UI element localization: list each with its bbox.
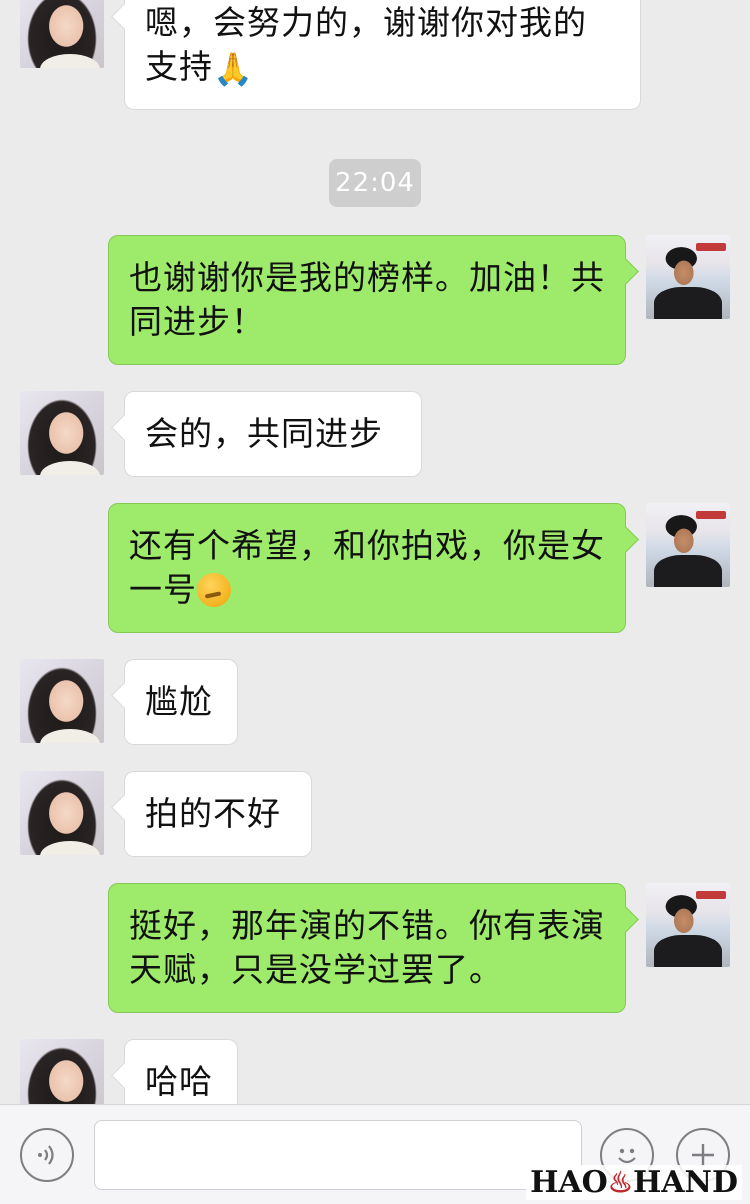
contact-avatar[interactable] xyxy=(20,0,104,68)
message-bubble-sent[interactable]: 也谢谢你是我的榜样。加油！共同进步！ xyxy=(108,235,626,365)
chat-area[interactable]: 嗯，会努力的，谢谢你对我的支持🙏 22:04 也谢谢你是我的榜样。加油！共同进步… xyxy=(0,0,750,1104)
message-text: 嗯，会努力的，谢谢你对我的支持 xyxy=(145,3,587,86)
message-bubble-received[interactable]: 会的，共同进步 xyxy=(124,391,422,477)
message-text: 挺好，那年演的不错。你有表演天赋，只是没学过罢了。 xyxy=(129,906,605,989)
message-input[interactable] xyxy=(94,1120,582,1190)
voice-icon[interactable] xyxy=(20,1128,74,1182)
message-text: 会的，共同进步 xyxy=(145,414,383,453)
watermark-left-text: HAO xyxy=(530,1165,608,1200)
contact-avatar[interactable] xyxy=(20,771,104,855)
message-bubble-received[interactable]: 尴尬 xyxy=(124,659,238,745)
message-text: 拍的不好 xyxy=(145,794,281,833)
self-avatar[interactable] xyxy=(646,235,730,319)
watermark-logo: HAO♨HAND xyxy=(526,1165,742,1200)
message-text: 也谢谢你是我的榜样。加油！共同进步！ xyxy=(129,258,605,341)
message-bubble-received[interactable]: 嗯，会努力的，谢谢你对我的支持🙏 xyxy=(124,0,641,110)
chat-input-bar: HAO♨HAND xyxy=(0,1104,750,1204)
contact-avatar[interactable] xyxy=(20,1039,104,1104)
message-bubble-received[interactable]: 拍的不好 xyxy=(124,771,312,857)
thinking-face-icon xyxy=(197,573,231,607)
self-avatar[interactable] xyxy=(646,503,730,587)
message-text: 尴尬 xyxy=(145,682,213,721)
voice-wave-icon xyxy=(38,1145,54,1165)
message-bubble-sent[interactable]: 还有个希望，和你拍戏，你是女一号 xyxy=(108,503,626,633)
self-avatar[interactable] xyxy=(646,883,730,967)
message-bubble-sent[interactable]: 挺好，那年演的不错。你有表演天赋，只是没学过罢了。 xyxy=(108,883,626,1013)
contact-avatar[interactable] xyxy=(20,391,104,475)
folded-hands-icon: 🙏 xyxy=(213,49,254,88)
watermark-right-text: HAND xyxy=(632,1165,738,1200)
flame-icon: ♨ xyxy=(607,1166,633,1199)
message-text: 哈哈 xyxy=(145,1062,213,1101)
chat-timestamp: 22:04 xyxy=(329,159,421,207)
message-bubble-received[interactable]: 哈哈 xyxy=(124,1039,238,1104)
contact-avatar[interactable] xyxy=(20,659,104,743)
